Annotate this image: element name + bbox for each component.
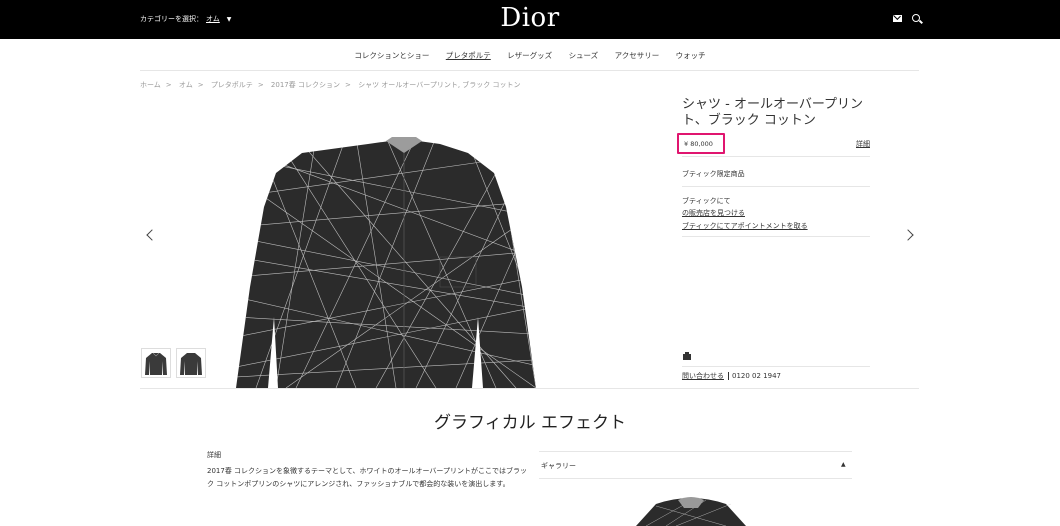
breadcrumb-home[interactable]: ホーム: [140, 81, 161, 89]
boutique-exclusive-label: ブティック限定商品: [682, 170, 745, 178]
category-value[interactable]: オム: [206, 14, 220, 24]
details-link[interactable]: 詳細: [856, 139, 870, 149]
caret-up-icon[interactable]: ▲: [841, 461, 846, 468]
info-divider: [682, 236, 870, 237]
section-divider: [140, 388, 919, 389]
dior-logo[interactable]: Dior: [470, 3, 590, 33]
nav-divider: [140, 70, 919, 71]
main-nav: コレクションとショー プレタポルテ レザーグッズ シューズ アクセサリー ウォッ…: [0, 50, 1060, 61]
shirt-thumbnail-icon: [145, 352, 167, 375]
mail-icon[interactable]: [893, 15, 902, 22]
contact-row: 問い合わせる 0120 02 1947: [682, 371, 781, 381]
appointment-link[interactable]: ブティックにてアポイントメントを取る: [682, 221, 808, 231]
nav-item-shoes[interactable]: シューズ: [569, 50, 599, 61]
top-bar: カテゴリーを選択： オム ▼ Dior: [0, 0, 1060, 39]
info-divider: [682, 186, 870, 187]
boutique-heading: ブティックにて: [682, 197, 731, 205]
chevron-right-icon[interactable]: [902, 229, 914, 241]
info-divider: [682, 366, 870, 367]
product-image: [236, 137, 536, 388]
phone-number: 0120 02 1947: [728, 372, 781, 380]
info-divider: [682, 156, 870, 157]
product-price: ¥ 80,000: [684, 140, 713, 148]
find-store-link[interactable]: の販売店を見つける: [682, 208, 745, 218]
breadcrumb: ホーム > オム > プレタポルテ > 2017春 コレクション > シャツ オールオー…: [140, 81, 521, 89]
gallery-divider: [539, 451, 852, 452]
category-label: カテゴリーを選択：: [140, 15, 203, 23]
shirt-thumbnail-icon: [180, 353, 202, 375]
thumbnail-front[interactable]: [141, 348, 171, 378]
breadcrumb-collection[interactable]: 2017春 コレクション: [271, 81, 340, 89]
product-title: シャツ - オールオーバープリント、ブラック コットン: [682, 97, 864, 128]
caret-down-icon[interactable]: ▼: [227, 16, 232, 23]
chevron-left-icon[interactable]: [146, 229, 158, 241]
breadcrumb-homme[interactable]: オム: [179, 81, 193, 89]
gallery-divider: [539, 478, 852, 479]
gallery-heading[interactable]: ギャラリー: [541, 461, 576, 471]
nav-item-leather-goods[interactable]: レザーグッズ: [507, 50, 552, 61]
breadcrumb-pret-a-porter[interactable]: プレタポルテ: [211, 81, 253, 89]
description-heading: 詳細: [207, 451, 221, 459]
nav-item-watches[interactable]: ウォッチ: [676, 50, 706, 61]
print-icon[interactable]: [683, 352, 691, 360]
gallery-image: [636, 497, 746, 526]
nav-item-accessories[interactable]: アクセサリー: [615, 50, 660, 61]
search-icon[interactable]: [912, 14, 920, 22]
thumbnail-back[interactable]: [176, 348, 206, 378]
breadcrumb-current: シャツ オールオーバープリント, ブラック コットン: [358, 81, 521, 89]
contact-link[interactable]: 問い合わせる: [682, 372, 724, 380]
nav-item-collection[interactable]: コレクションとショー: [354, 50, 429, 61]
section-title: グラフィカル エフェクト: [433, 413, 627, 433]
product-description: 2017春 コレクションを象徴するテーマとして、ホワイトのオールオーバープリント…: [207, 467, 527, 488]
category-selector[interactable]: カテゴリーを選択： オム ▼: [140, 14, 231, 24]
nav-item-pret-a-porter[interactable]: プレタポルテ: [446, 50, 491, 61]
